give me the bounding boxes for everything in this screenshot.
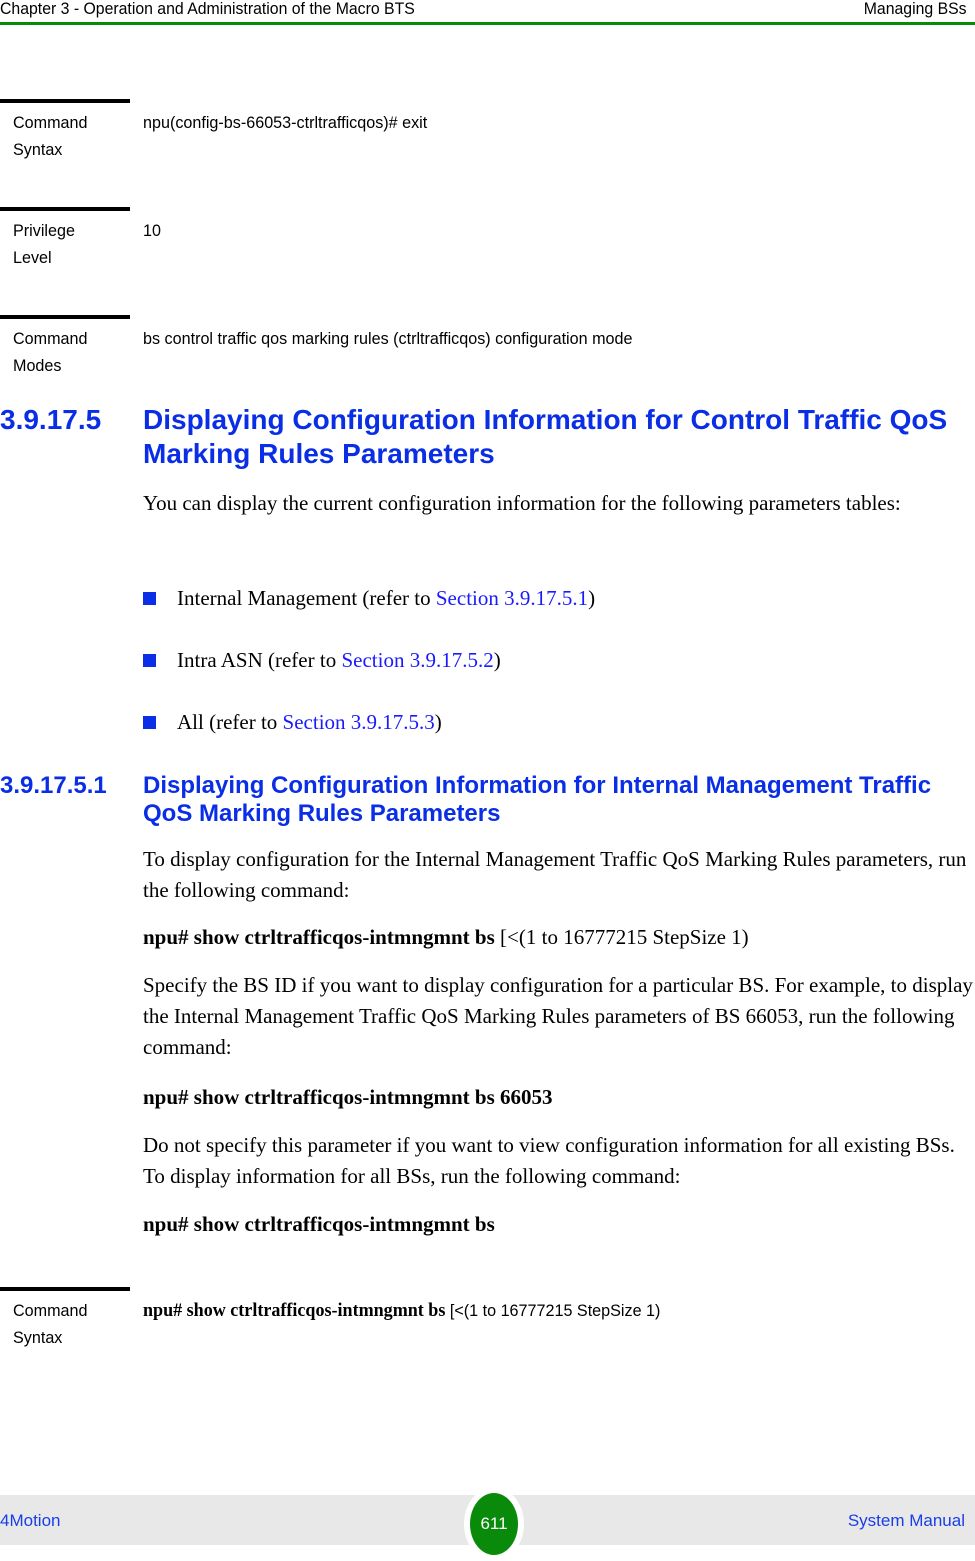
intro-paragraph: To display configuration for the Interna…	[143, 847, 967, 902]
chapter-title: Chapter 3 - Operation and Administration…	[0, 0, 415, 18]
table-value: npu(config-bs-66053-ctrltrafficqos)# exi…	[143, 113, 428, 132]
page-number-badge: 611	[464, 1487, 524, 1561]
section-link[interactable]: Section 3.9.17.5.1	[436, 586, 588, 610]
subsection-number: 3.9.17.5.1	[0, 772, 107, 799]
section-number: 3.9.17.5	[0, 404, 102, 435]
bullet-square-icon	[143, 592, 156, 605]
section-link[interactable]: Section 3.9.17.5.2	[341, 648, 493, 672]
command-line: npu# show ctrltrafficqos-intmngmnt bs [<…	[143, 925, 749, 949]
page-header: Chapter 3 - Operation and Administration…	[0, 0, 975, 25]
page-footer: 4Motion 611 System Manual	[0, 1487, 975, 1561]
table-rule	[0, 207, 130, 211]
section-title: Managing BSs	[864, 0, 967, 18]
subsection-title: Displaying Configuration Information for…	[143, 772, 932, 827]
intro-paragraph: You can display the current configuratio…	[143, 491, 901, 515]
table-label: Command Syntax	[13, 113, 88, 159]
command-line: npu# show ctrltrafficqos-intmngmnt bs 66…	[143, 1085, 553, 1109]
table-label: Command Syntax	[13, 1301, 88, 1347]
table-rule	[0, 99, 130, 103]
table-rule	[0, 1287, 130, 1291]
paragraph: Do not specify this parameter if you wan…	[143, 1133, 955, 1188]
command-line: npu# show ctrltrafficqos-intmngmnt bs	[143, 1212, 495, 1236]
table-rule	[0, 315, 130, 319]
manual-name: System Manual	[847, 1511, 965, 1530]
bullet-square-icon	[143, 716, 156, 729]
table-label: Privilege Level	[13, 221, 75, 267]
table-value: 10	[143, 221, 161, 240]
table-label: Command Modes	[13, 329, 88, 375]
section-link[interactable]: Section 3.9.17.5.3	[283, 710, 435, 734]
section-title: Displaying Configuration Information for…	[143, 404, 948, 469]
bullet-square-icon	[143, 654, 156, 667]
table-value: npu# show ctrltrafficqos-intmngmnt bs [<…	[143, 1300, 661, 1321]
product-name: 4Motion	[0, 1511, 61, 1530]
table-value: bs control traffic qos marking rules (ct…	[143, 329, 633, 348]
paragraph: Specify the BS ID if you want to display…	[143, 973, 973, 1059]
